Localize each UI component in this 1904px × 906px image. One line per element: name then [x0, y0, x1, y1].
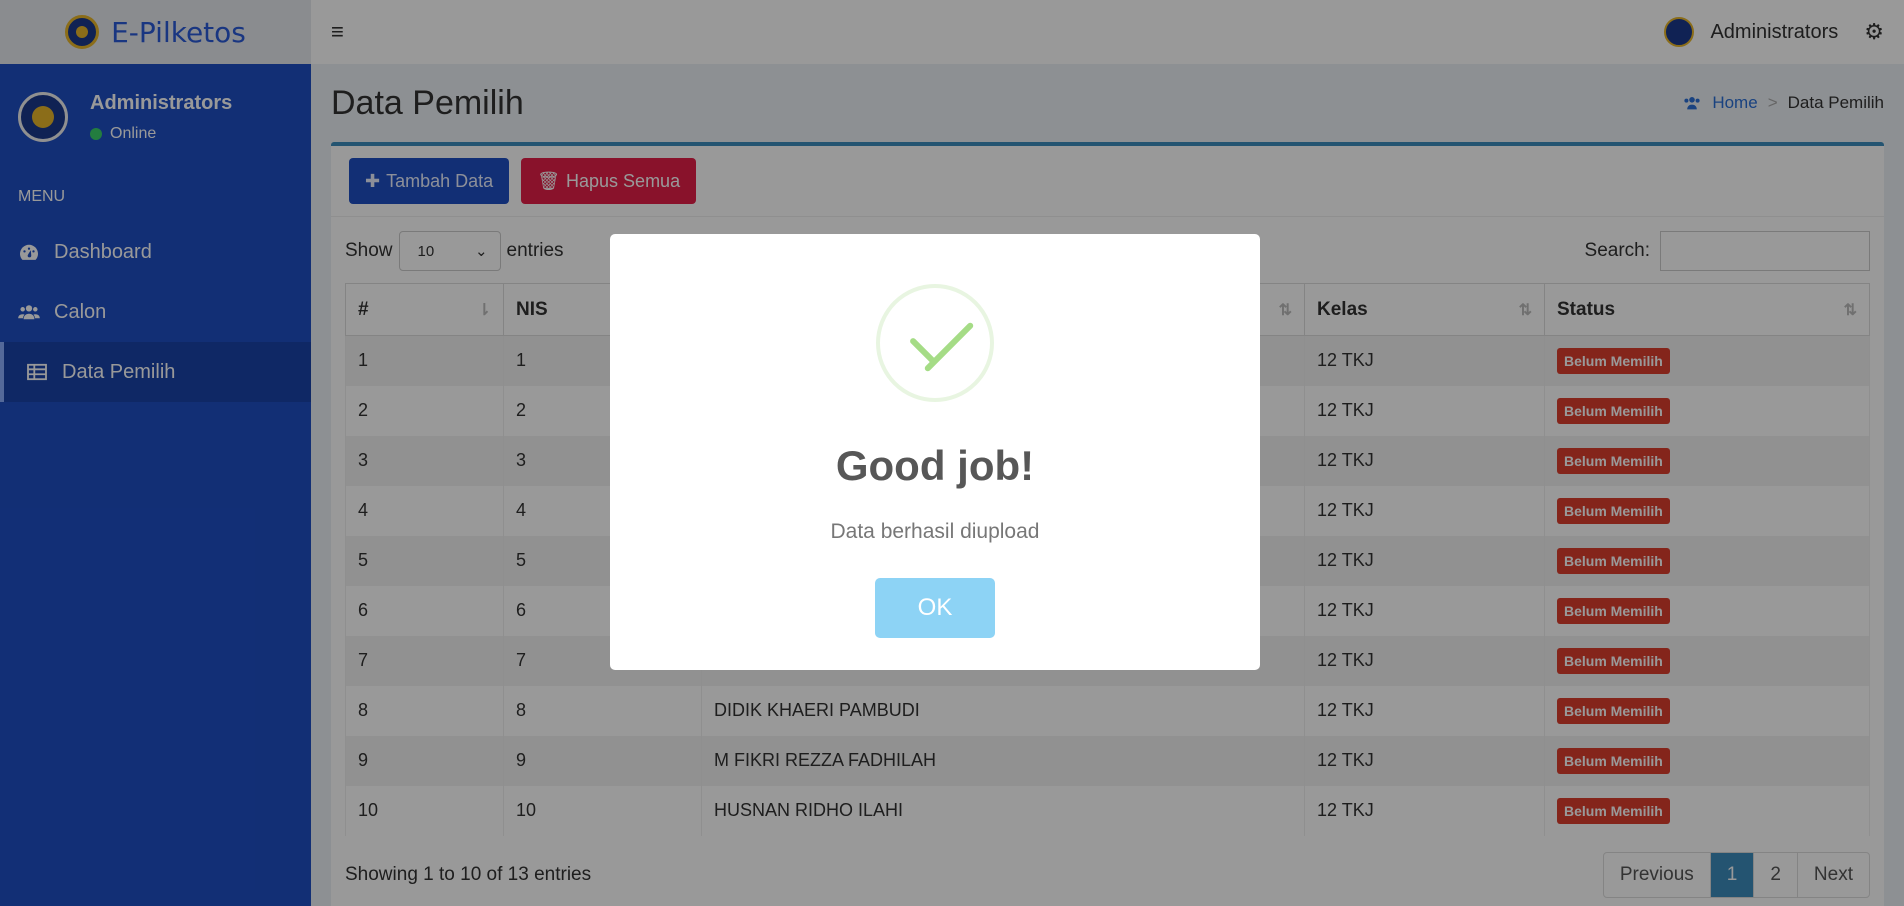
success-dialog: Good job! Data berhasil diupload OK: [610, 234, 1260, 670]
dialog-message: Data berhasil diupload: [830, 520, 1040, 543]
dialog-title: Good job!: [835, 442, 1035, 489]
success-check-icon: [876, 284, 994, 402]
ok-button[interactable]: OK: [875, 578, 995, 638]
